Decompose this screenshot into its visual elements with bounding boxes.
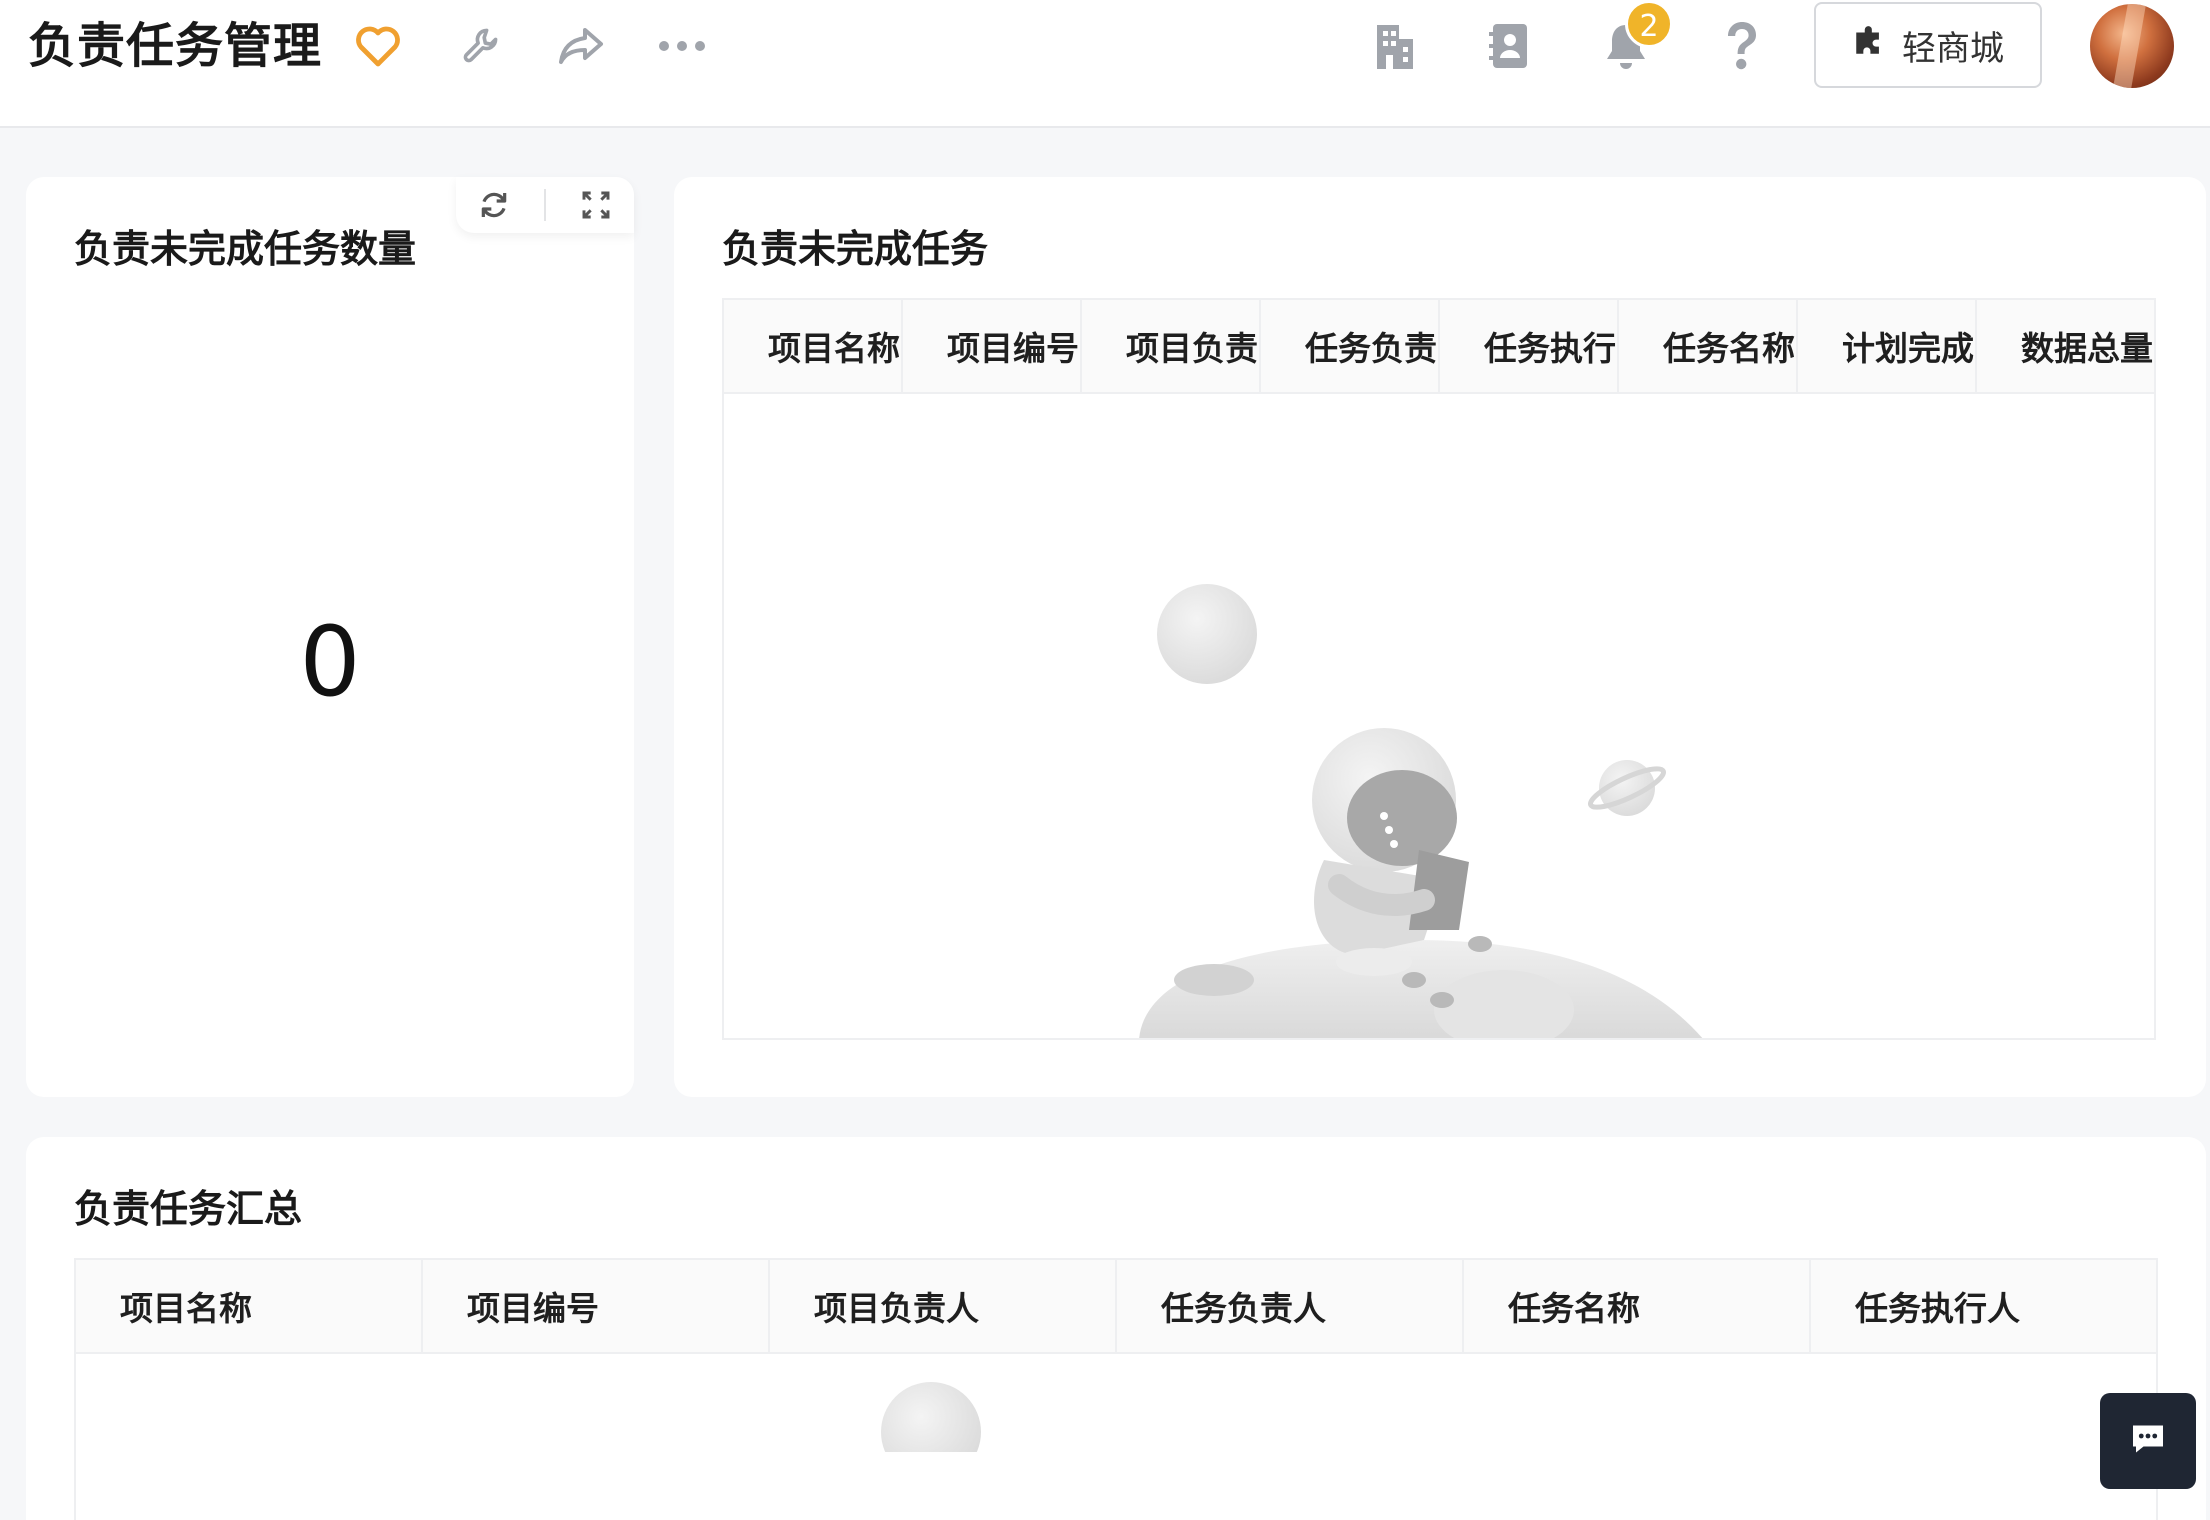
column-header[interactable]: 任务执行 (1440, 300, 1619, 392)
incomplete-tasks-table: 项目名称 项目编号 项目负责 任务负责 任务执行 任务名称 计划完成 数据总量 (722, 298, 2156, 1040)
column-header[interactable]: 任务执行人 (1811, 1260, 2156, 1352)
incomplete-count-value: 0 (299, 606, 361, 718)
column-header[interactable]: 任务负责人 (1117, 1260, 1464, 1352)
card-toolbar (456, 177, 634, 233)
column-header[interactable]: 项目名称 (724, 300, 903, 392)
toolbar-divider (543, 189, 546, 221)
empty-state-illustration (1139, 584, 1703, 1038)
column-header[interactable]: 项目负责 (1082, 300, 1261, 392)
column-header[interactable]: 项目编号 (423, 1260, 770, 1352)
building-icon[interactable] (1365, 16, 1425, 76)
light-mall-button[interactable]: 轻商城 (1814, 2, 2042, 88)
task-summary-title: 负责任务汇总 (74, 1187, 303, 1231)
column-header[interactable]: 任务名称 (1464, 1260, 1811, 1352)
chat-button[interactable] (2100, 1393, 2196, 1489)
more-horizontal-icon[interactable] (652, 16, 712, 76)
puzzle-icon (1852, 24, 1886, 67)
empty-state-illustration (881, 1382, 981, 1452)
contacts-icon[interactable] (1480, 16, 1540, 76)
refresh-icon[interactable] (469, 180, 519, 230)
user-avatar[interactable] (2090, 4, 2174, 88)
incomplete-count-card: 负责未完成任务数量 0 (26, 177, 634, 1097)
fullscreen-icon[interactable] (571, 180, 621, 230)
column-header[interactable]: 数据总量 (1977, 300, 2154, 392)
chat-bubble-icon (2130, 1422, 2166, 1460)
column-header[interactable]: 任务负责 (1261, 300, 1440, 392)
task-summary-card: 负责任务汇总 项目名称 项目编号 项目负责人 任务负责人 任务名称 任务执行人 (26, 1137, 2206, 1520)
share-icon[interactable] (551, 16, 611, 76)
incomplete-tasks-title: 负责未完成任务 (722, 227, 989, 271)
table-header: 项目名称 项目编号 项目负责 任务负责 任务执行 任务名称 计划完成 数据总量 (724, 300, 2154, 394)
page-title: 负责任务管理 (28, 18, 323, 74)
heart-outline-icon[interactable] (348, 16, 408, 76)
task-summary-table: 项目名称 项目编号 项目负责人 任务负责人 任务名称 任务执行人 (74, 1258, 2158, 1520)
incomplete-tasks-card: 负责未完成任务 项目名称 项目编号 项目负责 任务负责 任务执行 任务名称 计划… (674, 177, 2206, 1097)
light-mall-label: 轻商城 (1902, 28, 2004, 69)
table-header: 项目名称 项目编号 项目负责人 任务负责人 任务名称 任务执行人 (76, 1260, 2156, 1354)
column-header[interactable]: 项目负责人 (770, 1260, 1117, 1352)
column-header[interactable]: 计划完成 (1798, 300, 1977, 392)
column-header[interactable]: 任务名称 (1619, 300, 1798, 392)
column-header[interactable]: 项目编号 (903, 300, 1082, 392)
top-header: 负责任务管理 2 轻商城 (0, 0, 2210, 128)
wrench-icon[interactable] (452, 16, 512, 76)
column-header[interactable]: 项目名称 (76, 1260, 423, 1352)
incomplete-count-title: 负责未完成任务数量 (74, 227, 417, 271)
help-icon[interactable] (1712, 16, 1772, 76)
notification-badge: 2 (1625, 0, 1673, 48)
